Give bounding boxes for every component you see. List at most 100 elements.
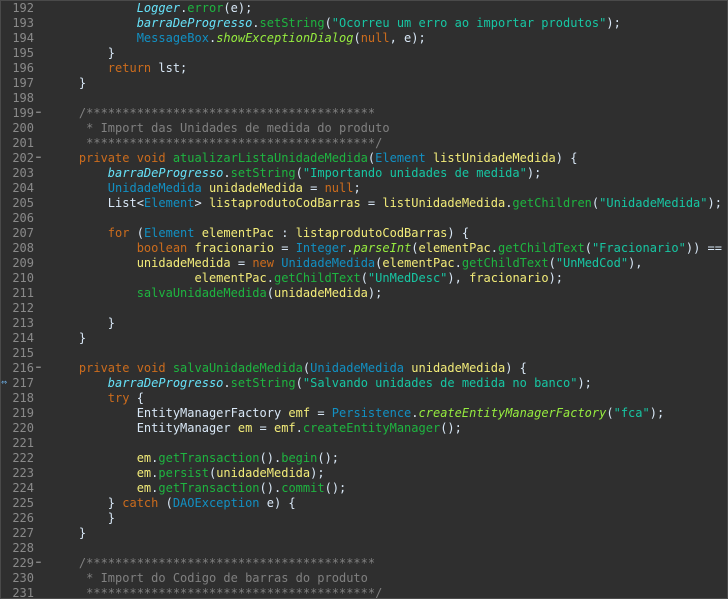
code-line[interactable]: 227 }	[1, 526, 727, 541]
fold-toggle-icon[interactable]: −	[34, 154, 43, 163]
code-line[interactable]: 224 em.getTransaction().commit();	[1, 481, 727, 496]
token-plain: (	[324, 16, 332, 30]
token-plain: .	[411, 406, 419, 420]
code-line[interactable]: 216− private void salvaUnidadeMedida(Uni…	[1, 361, 727, 376]
code-line[interactable]: 203 barraDeProgresso.setString("Importan…	[1, 166, 727, 181]
token-plain: List<	[50, 196, 144, 210]
code-line[interactable]: 231 ************************************…	[1, 586, 727, 599]
code-line[interactable]: 221	[1, 436, 727, 451]
code-text: boolean fracionario = Integer.parseInt(e…	[50, 241, 727, 256]
line-number: 223	[12, 466, 34, 480]
token-local: em	[136, 466, 152, 480]
code-line[interactable]: 201 ************************************…	[1, 136, 727, 151]
line-number: 196	[12, 61, 34, 75]
token-type: DAOException	[172, 496, 260, 510]
token-method: setString	[230, 376, 296, 390]
code-line[interactable]: 210 elementPac.getChildText("UnMedDesc")…	[1, 271, 727, 286]
override-marker-icon[interactable]: ⇔	[1, 377, 7, 389]
fold-toggle-icon[interactable]: −	[34, 559, 43, 568]
token-plain: (	[353, 31, 361, 45]
code-line[interactable]: 214 }	[1, 331, 727, 346]
code-line[interactable]: 220 EntityManager em = emf.createEntityM…	[1, 421, 727, 436]
code-editor[interactable]: 192 Logger.error(e); 193 barraDeProgresso…	[0, 0, 728, 599]
fold-toggle-icon[interactable]: −	[34, 109, 43, 118]
line-number: 228	[12, 541, 34, 555]
code-line[interactable]: 229− /**********************************…	[1, 556, 727, 571]
token-plain: }	[50, 316, 116, 330]
code-line[interactable]: 206	[1, 211, 727, 226]
token-plain: .	[252, 16, 260, 30]
token-string: "Fracionario"	[591, 241, 686, 255]
token-field: Logger	[136, 1, 181, 15]
token-method: createEntityManager	[302, 421, 441, 435]
token-plain: }	[50, 526, 87, 540]
token-method: getTransaction	[158, 481, 260, 495]
line-number: 201	[12, 136, 34, 150]
token-plain: .	[223, 166, 231, 180]
code-line[interactable]: 192 Logger.error(e);	[1, 1, 727, 16]
token-plain: .	[295, 421, 303, 435]
line-number: 222	[12, 451, 34, 465]
token-comment: ****************************************…	[50, 586, 383, 599]
code-lines: 192 Logger.error(e); 193 barraDeProgresso…	[1, 1, 727, 599]
line-number: 206	[12, 211, 34, 225]
code-line[interactable]: 208 boolean fracionario = Integer.parseI…	[1, 241, 727, 256]
token-plain: );	[310, 466, 325, 480]
code-line[interactable]: 211 salvaUnidadeMedida(unidadeMedida);	[1, 286, 727, 301]
line-number: 213	[12, 316, 34, 330]
code-line[interactable]: 207 for (Element elementPac : listaprodu…	[1, 226, 727, 241]
code-line[interactable]: 195 }	[1, 46, 727, 61]
token-plain: }	[50, 331, 87, 345]
code-text: for (Element elementPac : listaprodutoCo…	[50, 226, 469, 241]
token-method: setString	[230, 166, 296, 180]
code-line[interactable]: 204 UnidadeMedida unidadeMedida = null;	[1, 181, 727, 196]
token-static: showExceptionDialog	[216, 31, 354, 45]
line-number: 219	[12, 406, 34, 420]
fold-toggle-icon[interactable]: −	[34, 364, 43, 373]
code-line[interactable]: 225 } catch (DAOException e) {	[1, 496, 727, 511]
token-field: barraDeProgresso	[107, 166, 224, 180]
code-line[interactable]: 217 ⇔ barraDeProgresso.setString("Salvand…	[1, 376, 727, 391]
code-line[interactable]: 209 unidadeMedida = new UnidadeMedida (el…	[1, 256, 727, 271]
code-line[interactable]: 218 try {	[1, 391, 727, 406]
token-plain: );	[577, 376, 592, 390]
code-line[interactable]: 228	[1, 541, 727, 556]
line-number: 193	[12, 16, 34, 30]
code-line[interactable]: 226 }	[1, 511, 727, 526]
code-line[interactable]: 199− /**********************************…	[1, 106, 727, 121]
code-line[interactable]: 193 barraDeProgresso.setString("Ocorreu …	[1, 16, 727, 31]
code-text: Logger.error(e);	[50, 1, 253, 16]
code-text: * Import do Codigo de barras do produto	[50, 571, 368, 586]
line-number: 225	[12, 496, 34, 510]
token-field: barraDeProgresso	[107, 376, 224, 390]
code-line[interactable]: 194 MessageBox.showExceptionDialog(null,…	[1, 31, 727, 46]
code-line[interactable]: 223 em.persist(unidadeMedida);	[1, 466, 727, 481]
line-number: 214	[12, 331, 34, 345]
line-number: 204	[12, 181, 34, 195]
code-line[interactable]: 230 * Import do Codigo de barras do prod…	[1, 571, 727, 586]
code-line[interactable]: 205 List<Element> listaprodutoCodBarras …	[1, 196, 727, 211]
code-line[interactable]: 219 EntityManagerFactory emf = Persisten…	[1, 406, 727, 421]
line-number: 224	[12, 481, 34, 495]
token-method: getChildText	[273, 271, 361, 285]
code-line[interactable]: 200 * Import das Unidades de medida do p…	[1, 121, 727, 136]
code-line[interactable]: 222 em.getTransaction().begin();	[1, 451, 727, 466]
token-comment: ****************************************…	[50, 136, 383, 150]
code-line[interactable]: 213 }	[1, 316, 727, 331]
code-line[interactable]: 212	[1, 301, 727, 316]
code-line[interactable]: 197 }	[1, 76, 727, 91]
code-text: ****************************************…	[50, 586, 383, 599]
token-plain: .	[490, 241, 499, 255]
token-method: getChildText	[498, 241, 585, 255]
token-comment: /***************************************…	[50, 556, 376, 570]
token-local: listaprodutoCodBarras	[208, 196, 361, 210]
code-line[interactable]: 198	[1, 91, 727, 106]
code-line[interactable]: 196 return lst;	[1, 61, 727, 76]
code-line[interactable]: 215	[1, 346, 727, 361]
code-text: }	[50, 511, 115, 526]
code-text: /***************************************…	[50, 556, 375, 571]
code-line[interactable]: 202− private void atualizarListaUnidadeM…	[1, 151, 727, 166]
